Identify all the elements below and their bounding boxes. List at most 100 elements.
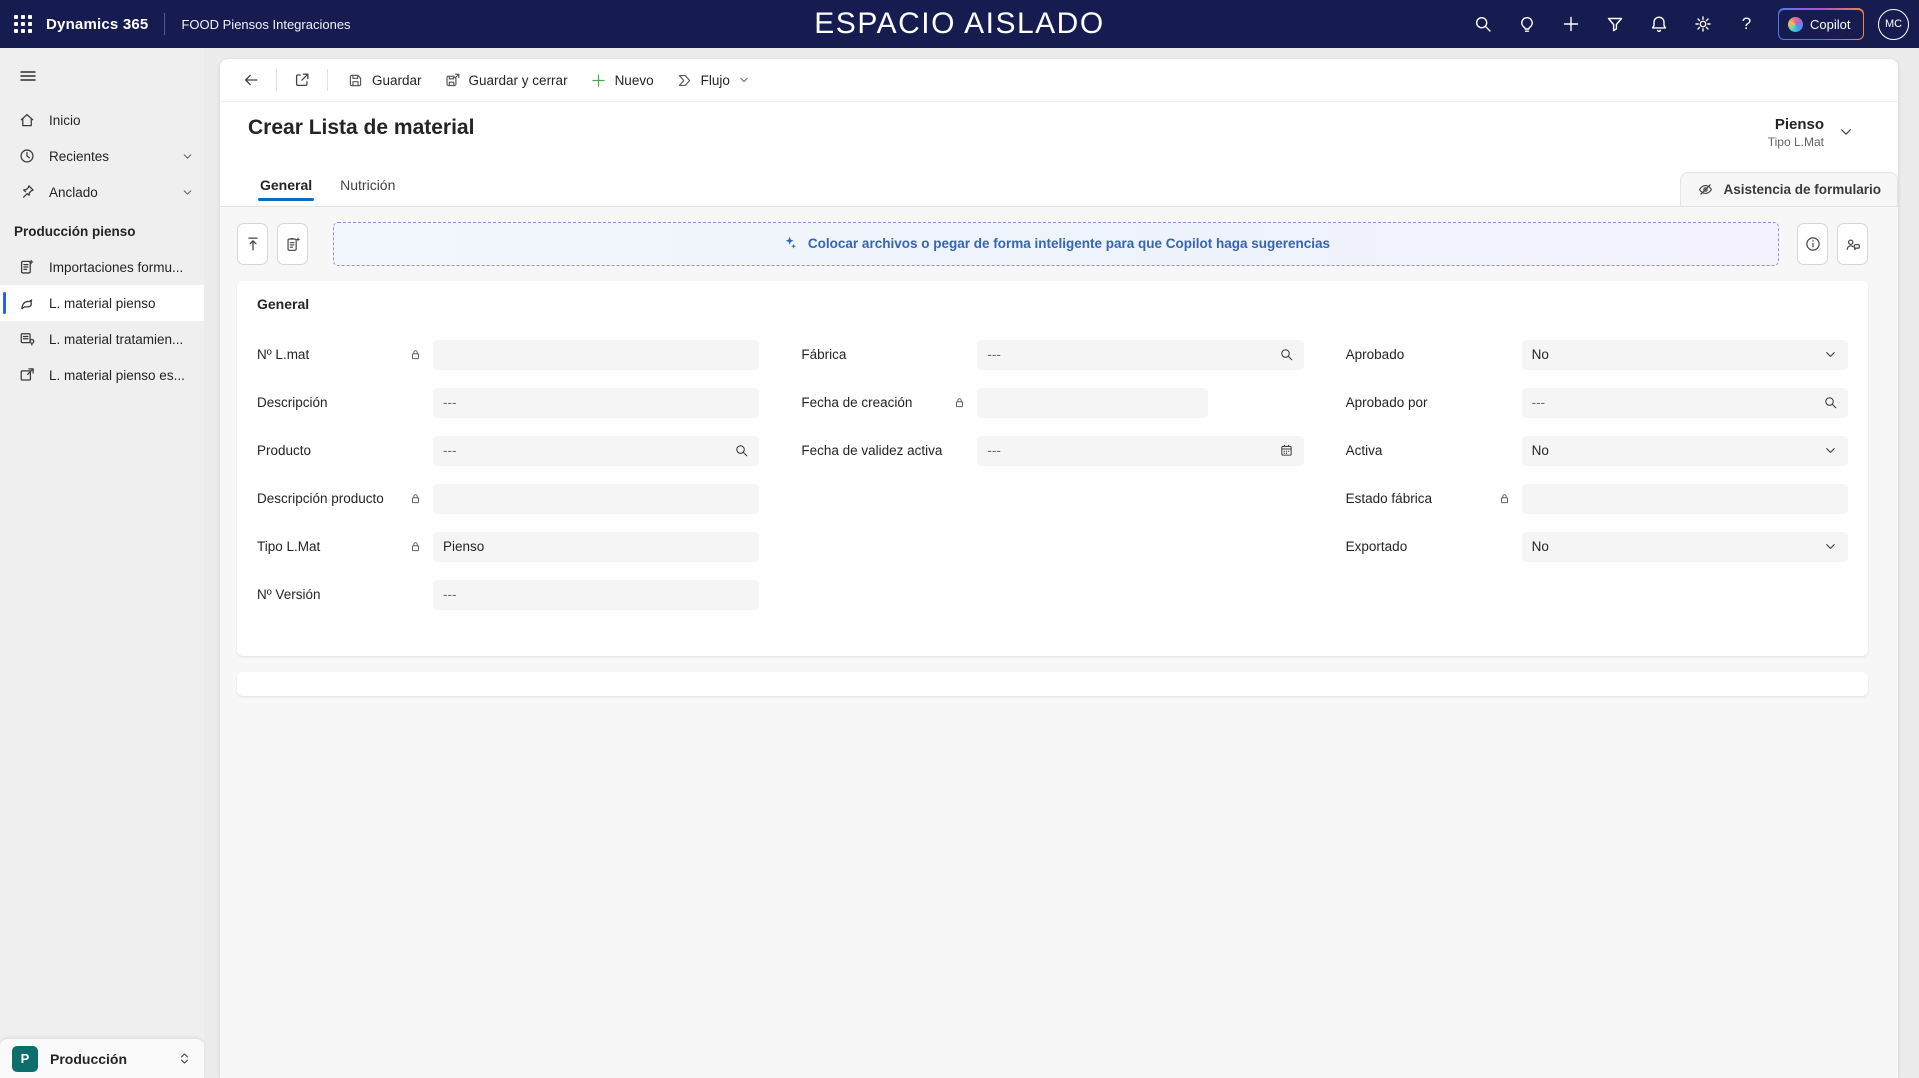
field-input-aprobado-por[interactable]: --- [1521, 387, 1848, 418]
tab-nutrición[interactable]: Nutrición [328, 169, 407, 206]
nuevo-button[interactable]: Nuevo [579, 63, 665, 97]
environment-picker[interactable]: P Producción [0, 1038, 204, 1078]
hamburger-icon [20, 71, 36, 81]
save-icon [347, 72, 364, 89]
sidebar-item-l-material-pienso-es[interactable]: L. material pienso es... [0, 357, 204, 393]
field-row: Activa No [1345, 435, 1848, 466]
tab-general[interactable]: General [248, 169, 324, 206]
copilot-button[interactable]: Copilot [1777, 8, 1864, 40]
calendar-icon[interactable] [1279, 443, 1294, 458]
back-button[interactable] [234, 64, 268, 96]
chevron-down-icon[interactable] [1823, 347, 1838, 362]
help-button[interactable]: ? [1728, 5, 1766, 43]
field-label: Activa [1345, 443, 1383, 459]
commandbar-divider [327, 69, 328, 91]
field-label: Aprobado [1345, 347, 1405, 363]
field-row: Producto --- [257, 435, 760, 466]
plus-button[interactable] [1552, 5, 1590, 43]
eye-off-icon [1699, 184, 1713, 195]
field-label: Estado fábrica [1345, 491, 1432, 507]
sidebar-item-inicio[interactable]: Inicio [0, 102, 204, 138]
field-input-fecha-de-validez-activa[interactable]: --- [977, 435, 1304, 466]
sidebar-item-label: L. material tratamien... [49, 331, 184, 347]
flow-icon [676, 72, 693, 89]
upload-file-button[interactable] [237, 222, 268, 265]
lightbulb-button[interactable] [1508, 5, 1546, 43]
search-icon [1473, 14, 1493, 34]
magnifier-icon[interactable] [1279, 347, 1294, 362]
field-input-producto[interactable]: --- [433, 435, 760, 466]
record-type-switcher[interactable]: Pienso Tipo L.Mat [1768, 116, 1858, 149]
lock-icon [409, 492, 422, 505]
search-button[interactable] [1464, 5, 1502, 43]
field-input-n-l-mat[interactable] [433, 339, 760, 370]
field-input-fecha-de-creaci-n[interactable] [977, 387, 1209, 418]
save-close-icon [444, 72, 461, 89]
field-input-f-brica[interactable]: --- [977, 339, 1304, 370]
filter-button[interactable] [1596, 5, 1634, 43]
field-input-tipo-l-mat[interactable]: Pienso [433, 531, 760, 562]
main-content-area: Guardar Guardar y cerrar Nuevo Flujo Cre… [204, 48, 1919, 1078]
chevrons-updown-icon [180, 1053, 189, 1064]
magnifier-icon[interactable] [734, 443, 749, 458]
field-row: Descripción producto [257, 483, 760, 514]
sidebar-item-label: Inicio [49, 112, 81, 128]
field-placeholder: --- [443, 395, 457, 411]
collapsed-footer-section[interactable] [237, 671, 1868, 696]
smart-paste-button[interactable] [277, 222, 308, 265]
sidebar-item-anclado[interactable]: Anclado [0, 174, 204, 210]
bell-button[interactable] [1640, 5, 1678, 43]
field-input-exportado[interactable]: No [1521, 531, 1848, 562]
magnifier-icon[interactable] [1823, 395, 1838, 410]
sidebar-item-importaciones-formu[interactable]: Importaciones formu... [0, 249, 204, 285]
lock-icon [953, 396, 966, 409]
filter-icon [1605, 14, 1625, 34]
sitemap-toggle-button[interactable] [8, 56, 48, 96]
field-input-activa[interactable]: No [1521, 435, 1848, 466]
form-column: Fábrica --- Fecha de creación Fecha de v… [801, 339, 1304, 484]
product-title[interactable]: Dynamics 365 [46, 16, 148, 33]
sidebar-item-recientes[interactable]: Recientes [0, 138, 204, 174]
copilot-dropzone[interactable]: Colocar archivos o pegar de forma inteli… [333, 221, 1779, 266]
chevron-down-icon[interactable] [1823, 443, 1838, 458]
gear-button[interactable] [1684, 5, 1722, 43]
help-icon: ? [1741, 14, 1752, 33]
guardar-button[interactable]: Guardar [336, 63, 433, 97]
page-title: Crear Lista de material [248, 116, 475, 139]
open-in-new-window-button[interactable] [285, 64, 319, 96]
app-launcher-icon[interactable] [0, 0, 46, 48]
field-label: Tipo L.Mat [257, 539, 321, 555]
sparkle-icon [785, 237, 796, 249]
feedback-icon [1846, 239, 1860, 250]
gear-icon [1693, 14, 1713, 34]
sidebar-item-l-material-tratamien[interactable]: L. material tratamien... [0, 321, 204, 357]
avatar[interactable]: MC [1878, 8, 1909, 40]
form-column: Nº L.mat Descripción --- Producto --- De… [257, 339, 760, 628]
app-name[interactable]: FOOD Piensos Integraciones [181, 17, 350, 32]
field-input-aprobado[interactable]: No [1521, 339, 1848, 370]
environment-label: Producción [50, 1050, 128, 1067]
guardar-y-cerrar-button[interactable]: Guardar y cerrar [433, 63, 579, 97]
command-label: Nuevo [614, 72, 654, 88]
flujo-button[interactable]: Flujo [665, 63, 761, 97]
field-input-descripci-n[interactable]: --- [433, 387, 760, 418]
info-button[interactable] [1797, 222, 1828, 265]
copilot-dropzone-text: Colocar archivos o pegar de forma inteli… [807, 236, 1331, 252]
pin-icon [18, 183, 36, 201]
field-input-estado-f-brica[interactable] [1521, 483, 1848, 514]
chevron-down-icon[interactable] [1823, 539, 1838, 554]
section-title: General [257, 295, 310, 312]
field-input-n-versi-n[interactable]: --- [433, 579, 760, 610]
field-placeholder: --- [443, 587, 457, 603]
sidebar-item-label: Importaciones formu... [49, 259, 184, 275]
form-assistant-label: Asistencia de formulario [1723, 181, 1881, 197]
info-icon [1805, 237, 1820, 251]
lock-icon [409, 540, 422, 553]
field-label: Descripción [257, 395, 328, 411]
copilot-logo-icon [1788, 16, 1804, 32]
sidebar-item-l-material-pienso[interactable]: L. material pienso [0, 285, 204, 321]
topbar-actions: ? Copilot MC [1464, 5, 1919, 43]
form-assistant-toggle[interactable]: Asistencia de formulario [1680, 171, 1898, 206]
field-input-descripci-n-producto[interactable] [433, 483, 760, 514]
feedback-button[interactable] [1837, 222, 1868, 265]
